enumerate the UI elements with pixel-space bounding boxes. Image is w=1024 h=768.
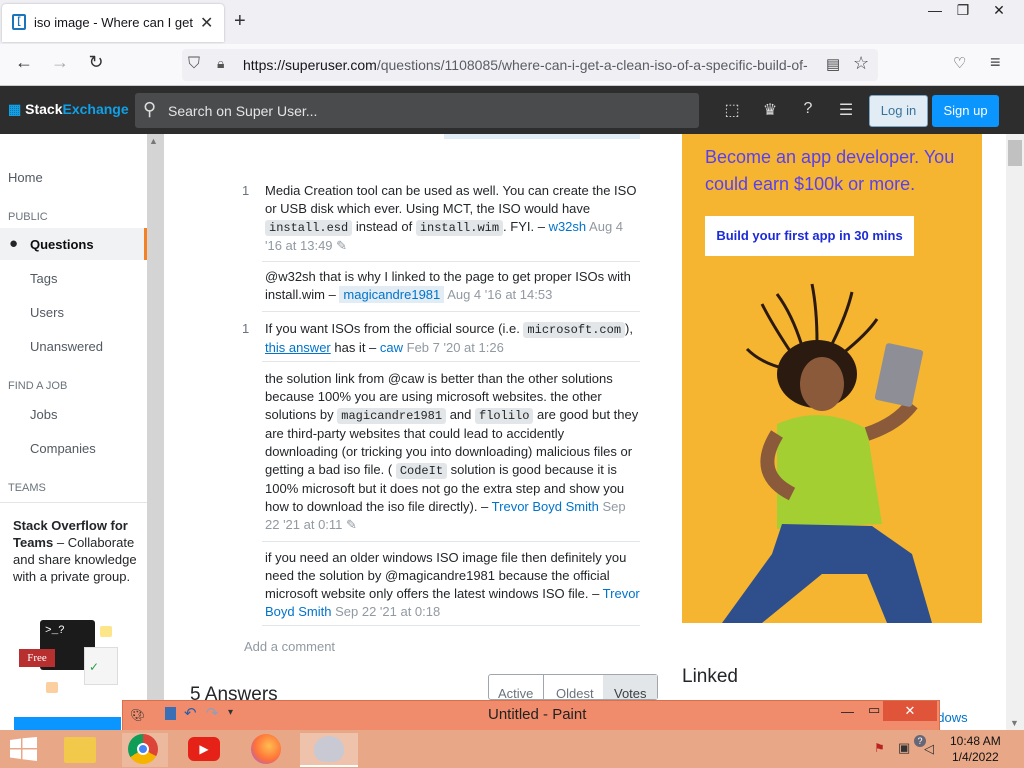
nav-home[interactable]: Home — [8, 170, 43, 185]
restore-button[interactable]: ❐ — [946, 0, 980, 22]
help-icon[interactable]: ? — [796, 100, 820, 122]
question-edit-box — [444, 134, 640, 139]
url-text[interactable]: https://superuser.com/questions/1108085/… — [243, 57, 817, 73]
paint-palette-icon — [314, 736, 344, 762]
file-explorer-icon[interactable] — [64, 737, 96, 763]
back-arrow-icon[interactable]: ← — [12, 52, 36, 73]
comment-user-link[interactable]: caw — [380, 340, 403, 355]
new-tab-button[interactable]: + — [234, 10, 246, 33]
chat-bubble-icon — [46, 682, 58, 693]
comment-divider — [262, 261, 640, 262]
windows-start-icon[interactable] — [10, 737, 38, 761]
forward-arrow-icon[interactable]: → — [48, 52, 72, 73]
menu-hamburger-icon[interactable]: ≡ — [990, 52, 1001, 73]
comment-body: If you want ISOs from the official sourc… — [265, 321, 633, 355]
nav-section-find-job: FIND A JOB — [8, 380, 68, 392]
comment-user-link[interactable]: w32sh — [549, 219, 587, 234]
search-input[interactable]: Search on Super User... — [168, 103, 317, 119]
linked-heading: Linked — [682, 666, 738, 687]
paint-window-title: Untitled - Paint — [488, 706, 587, 723]
nav-users[interactable]: Users — [30, 305, 64, 320]
tab-close-icon[interactable]: ✕ — [200, 13, 213, 33]
ad-cta-button[interactable]: Build your first app in 30 mins — [705, 216, 914, 256]
page-scrollbar[interactable] — [1006, 134, 1024, 734]
checklist-illustration-icon: ✓ — [84, 647, 118, 685]
action-center-flag-icon[interactable]: ⚑ — [874, 741, 885, 755]
pocket-icon[interactable]: ♡ — [953, 54, 966, 72]
nav-questions[interactable]: Questions — [30, 237, 94, 252]
scroll-down-arrow-icon[interactable]: ▼ — [1010, 718, 1019, 728]
volume-muted-icon[interactable]: ◁ — [924, 741, 934, 757]
tab-title: iso image - Where can I get a cl — [34, 15, 196, 30]
sidebar-scrollbar[interactable] — [147, 134, 164, 734]
ad-headline: Become an app developer. You could earn … — [705, 147, 955, 194]
youtube-icon[interactable]: ▶ — [188, 737, 220, 761]
quick-access-dropdown-icon[interactable]: ▾ — [228, 707, 233, 718]
comment-divider — [262, 361, 640, 362]
achievements-trophy-icon[interactable]: ♛ — [758, 100, 782, 122]
teams-promo-text: Stack Overflow for Teams – Collaborate a… — [13, 518, 137, 584]
stackexchange-logo[interactable]: ▦ StackExchange — [8, 101, 129, 118]
superuser-favicon-icon: [ — [12, 14, 26, 30]
network-icon[interactable]: ▣ — [898, 740, 910, 756]
nav-section-public: PUBLIC — [8, 211, 48, 223]
save-icon[interactable] — [165, 707, 176, 720]
advertisement[interactable] — [682, 134, 982, 623]
chrome-icon-center — [137, 743, 149, 755]
search-icon: ⚲ — [143, 99, 157, 119]
comment-score: 1 — [242, 183, 250, 198]
paint-maximize-button[interactable]: ▭ — [868, 702, 880, 718]
paint-close-button[interactable]: ✕ — [883, 701, 937, 721]
comment-body: the solution link from @caw is better th… — [265, 371, 639, 532]
pencil-edit-icon: ✎ — [336, 238, 348, 253]
site-switcher-icon[interactable]: ☰ — [834, 100, 858, 122]
login-button[interactable]: Log in — [869, 95, 928, 127]
comment-divider — [262, 311, 640, 312]
comment-divider — [262, 541, 640, 542]
nav-tags[interactable]: Tags — [30, 271, 57, 286]
scroll-up-arrow-icon[interactable]: ▲ — [149, 136, 158, 146]
ad-person-illustration — [722, 283, 932, 623]
nav-jobs[interactable]: Jobs — [30, 407, 57, 422]
nav-companies[interactable]: Companies — [30, 441, 96, 456]
chat-bubble-icon — [100, 626, 112, 637]
bookmark-star-icon[interactable]: ☆ — [853, 53, 869, 74]
shield-icon[interactable]: ⛉ — [188, 55, 200, 73]
nav-unanswered[interactable]: Unanswered — [30, 339, 103, 354]
lock-icon[interactable]: 🔒︎ — [217, 55, 224, 72]
redo-icon[interactable]: ↷ — [206, 704, 219, 722]
sort-divider — [543, 674, 544, 700]
comment-body: @w32sh that is why I linked to the page … — [265, 269, 631, 303]
signup-button[interactable]: Sign up — [932, 95, 999, 127]
nav-section-teams: TEAMS — [8, 482, 46, 494]
sort-active-tab[interactable]: Active — [498, 686, 533, 701]
comment-divider — [262, 625, 640, 626]
reload-icon[interactable]: ↻ — [84, 52, 108, 73]
comment-user-link[interactable]: magicandre1981 — [339, 286, 445, 303]
globe-icon: ● — [9, 235, 19, 252]
browser-tab[interactable]: [ iso image - Where can I get a cl ✕ — [2, 4, 224, 42]
page-scrollbar-thumb[interactable] — [1008, 140, 1022, 166]
pencil-edit-icon: ✎ — [346, 517, 357, 532]
add-comment-link[interactable]: Add a comment — [244, 639, 335, 654]
teams-create-button[interactable] — [14, 717, 121, 731]
comment-user-link[interactable]: Trevor Boyd Smith — [492, 499, 599, 514]
free-badge: Free — [19, 649, 55, 667]
reader-view-icon[interactable]: ▤ — [826, 55, 840, 73]
comment-body: Media Creation tool can be used as well.… — [265, 183, 637, 253]
taskbar-clock[interactable]: 10:48 AM 1/4/2022 — [950, 733, 1001, 765]
sort-votes-tab[interactable]: Votes — [614, 686, 647, 701]
paint-minimize-button[interactable]: — — [841, 704, 854, 719]
sort-oldest-tab[interactable]: Oldest — [556, 686, 594, 701]
paint-app-icon: 🎨︎ — [130, 708, 146, 722]
comment-body: if you need an older windows ISO image f… — [265, 550, 640, 619]
comment-score: 1 — [242, 321, 250, 336]
undo-icon[interactable]: ↶ — [184, 704, 197, 722]
window-close-button[interactable]: ✕ — [982, 0, 1016, 22]
firefox-icon[interactable] — [251, 734, 281, 764]
inbox-icon[interactable]: ⬚ — [720, 100, 744, 122]
this-answer-link[interactable]: this answer — [265, 340, 331, 355]
